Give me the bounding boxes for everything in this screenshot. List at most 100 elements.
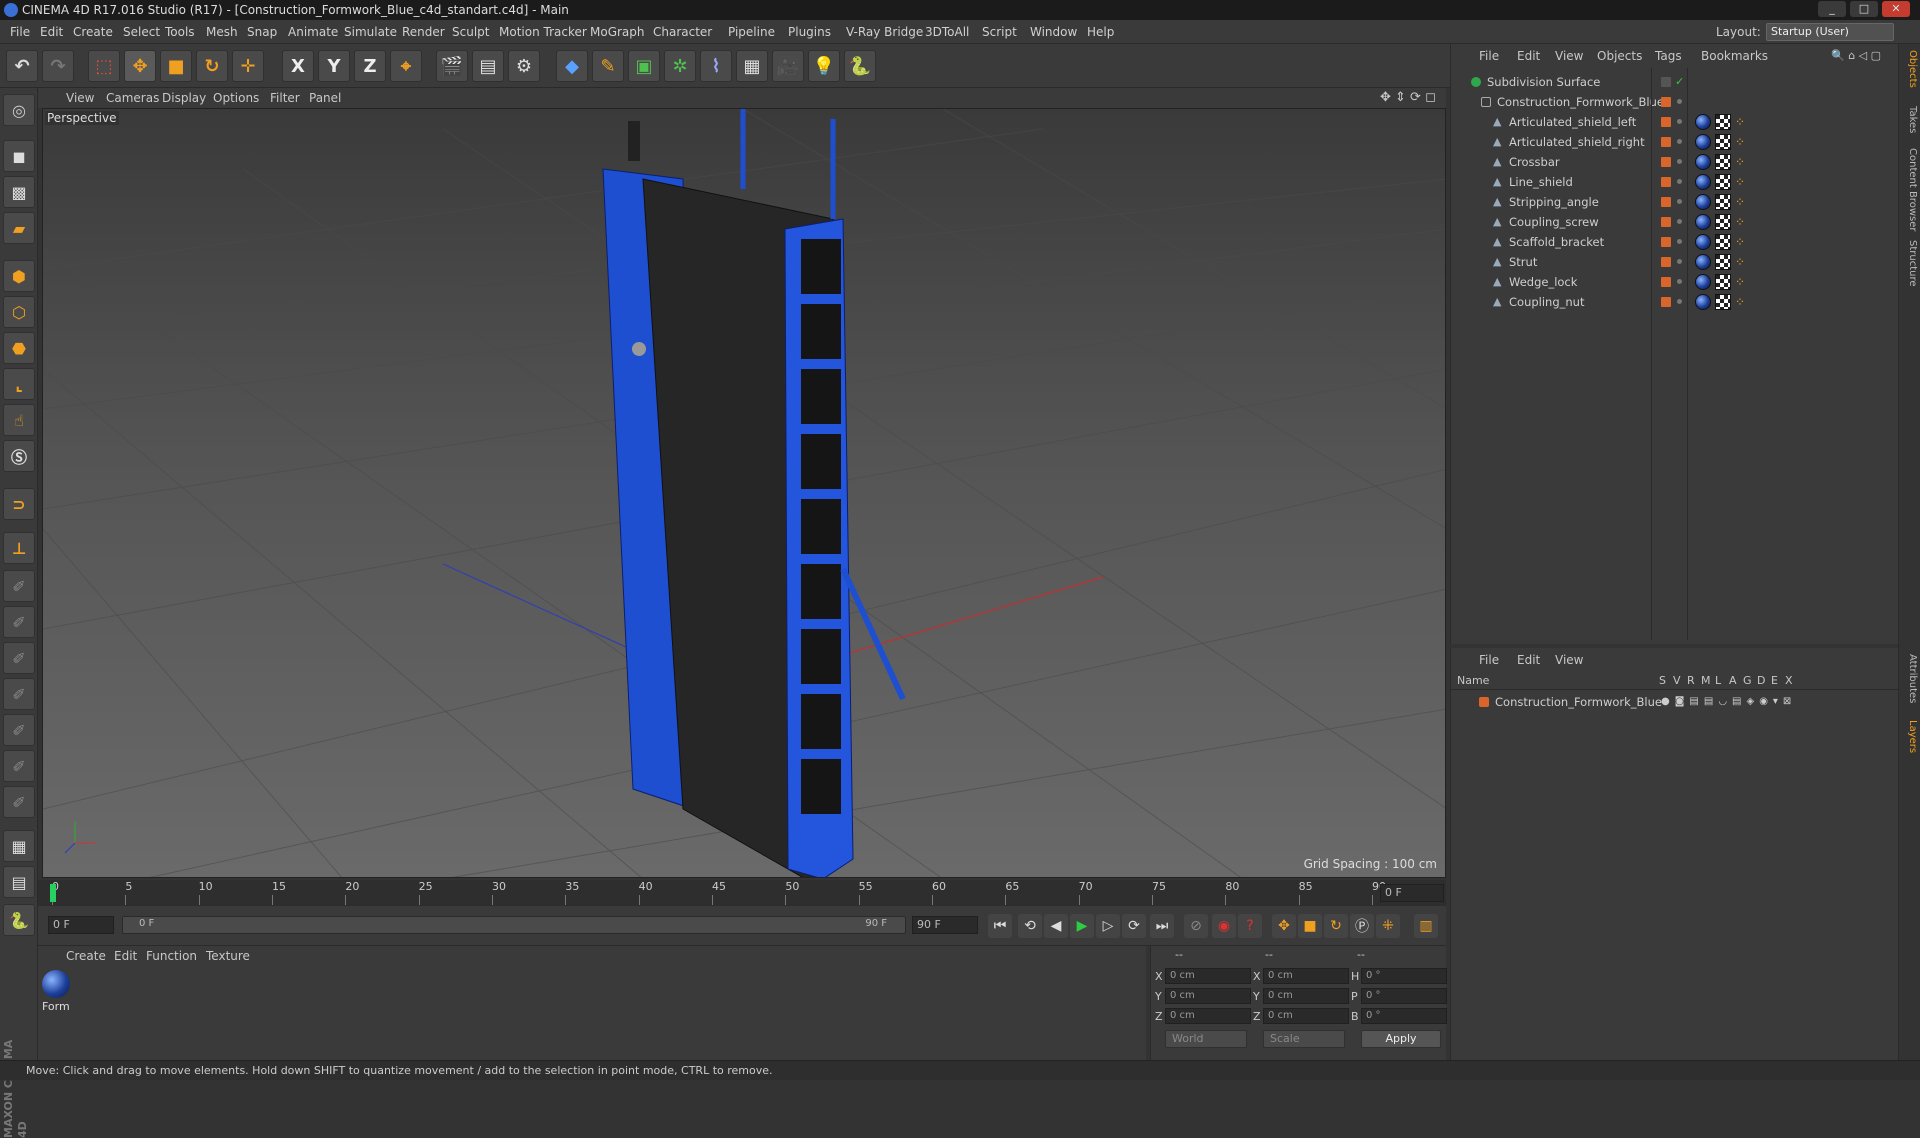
object-row[interactable]: ▲ Scaffold_bracket ⁘ [1451,232,1899,252]
axis-lock-icon[interactable]: ⊥ [3,532,35,564]
layout-select[interactable]: Startup (User) [1766,23,1894,41]
grid-lock-icon[interactable]: ▦ [3,830,35,862]
mograph-cloner-icon[interactable]: ✲ [664,50,696,82]
objects-menu-tags[interactable]: Tags [1655,44,1682,68]
layer-column-a[interactable]: A [1729,674,1737,687]
layer-color-tag[interactable] [1661,237,1671,247]
maximize-icon[interactable]: □ [1850,1,1878,17]
phong-tag-icon[interactable]: ⁘ [1735,256,1745,268]
material-tag-icon[interactable] [1695,134,1711,150]
previous-frame-icon[interactable]: ◀ [1044,914,1068,938]
points-mode-icon[interactable]: ⬢ [3,260,35,292]
material-tag-icon[interactable] [1695,274,1711,290]
render-view-icon[interactable]: 🎬 [436,50,468,82]
playhead[interactable] [50,884,56,902]
layer-tag-icon[interactable] [1661,77,1671,87]
tweak-mode-icon[interactable]: ☝ [3,404,35,436]
visibility-dot-icon[interactable] [1677,99,1682,104]
object-name[interactable]: Stripping_angle [1509,192,1599,212]
layer-column-r[interactable]: R [1687,674,1695,687]
object-name[interactable]: Articulated_shield_left [1509,112,1636,132]
sculpt-brush-5-icon[interactable]: ✐ [3,714,35,746]
menu-motion-tracker[interactable]: Motion Tracker [499,20,587,44]
layer-name[interactable]: Construction_Formwork_Blue [1495,692,1662,712]
layer-color-tag[interactable] [1661,197,1671,207]
menu-render[interactable]: Render [402,20,445,44]
deformer-icon[interactable]: ⌇ [700,50,732,82]
python-script-icon[interactable]: 🐍 [3,904,35,936]
material-tag-icon[interactable] [1695,114,1711,130]
phong-tag-icon[interactable]: ⁘ [1735,296,1745,308]
workplane-icon[interactable]: ▰ [3,212,35,244]
material-name[interactable]: Form [42,1000,70,1013]
uvw-tag-icon[interactable] [1715,254,1731,270]
make-editable-icon[interactable]: ◎ [3,94,35,126]
visibility-dot-icon[interactable] [1677,299,1682,304]
key-parameter-icon[interactable]: Ⓟ [1350,914,1374,938]
material-tag-icon[interactable] [1695,294,1711,310]
menu-animate[interactable]: Animate [288,20,338,44]
perspective-viewport[interactable]: Perspective Grid Spacing : 100 cm [42,108,1446,878]
position-z-field[interactable]: 0 cm [1165,1008,1251,1024]
rotation-b-field[interactable]: 0 ° [1361,1008,1447,1024]
menu-snap[interactable]: Snap [247,20,277,44]
sculpt-brush-3-icon[interactable]: ✐ [3,642,35,674]
menu-mesh[interactable]: Mesh [206,20,238,44]
sculpt-brush-1-icon[interactable]: ✐ [3,570,35,602]
next-frame-icon[interactable]: ▷ [1096,914,1120,938]
layer-color-tag[interactable] [1661,277,1671,287]
phong-tag-icon[interactable]: ⁘ [1735,276,1745,288]
live-selection-icon[interactable]: ⬚ [88,50,120,82]
texture-mode-icon[interactable]: ▩ [3,176,35,208]
cube-primitive-icon[interactable]: ◆ [556,50,588,82]
menu-select[interactable]: Select [123,20,160,44]
keyframe-selection-icon[interactable]: ? [1238,914,1262,938]
object-name[interactable]: Subdivision Surface [1487,72,1600,92]
object-row[interactable]: ▲ Coupling_screw ⁘ [1451,212,1899,232]
y-axis-lock-icon[interactable]: Y [318,50,350,82]
viewport-navigation-icons[interactable]: ✥ ⇕ ⟳ ◻ [1380,88,1436,108]
material-menu-texture[interactable]: Texture [206,946,250,966]
floor-environment-icon[interactable]: ▦ [736,50,768,82]
menu-help[interactable]: Help [1087,20,1114,44]
layer-color-tag[interactable] [1661,177,1671,187]
tab-attributes[interactable]: Attributes [1902,654,1918,703]
timeline-window-icon[interactable]: ▥ [1414,914,1438,938]
uvw-tag-icon[interactable] [1715,134,1731,150]
layer-color-tag[interactable] [1661,117,1671,127]
viewport-menu-panel[interactable]: Panel [309,88,341,108]
layer-column-m[interactable]: M [1701,674,1711,687]
render-picture-viewer-icon[interactable]: ▤ [472,50,504,82]
menu-3dtoall[interactable]: 3DToAll [925,20,969,44]
key-pla-icon[interactable]: ⁜ [1376,914,1400,938]
uvw-tag-icon[interactable] [1715,294,1731,310]
object-row[interactable]: ▲ Articulated_shield_right ⁘ [1451,132,1899,152]
move-icon[interactable]: ✥ [124,50,156,82]
object-row[interactable]: ▲ Stripping_angle ⁘ [1451,192,1899,212]
axis-mode-icon[interactable]: ⌞ [3,368,35,400]
layer-color-swatch[interactable] [1479,697,1489,707]
key-scale-icon[interactable]: ■ [1298,914,1322,938]
minimize-icon[interactable]: _ [1818,1,1846,17]
timeline-ruler[interactable]: 051015202530354045505560657075808590 0 F [38,880,1446,906]
rotate-icon[interactable]: ↻ [196,50,228,82]
uvw-tag-icon[interactable] [1715,234,1731,250]
object-row[interactable]: ▲ Coupling_nut ⁘ [1451,292,1899,312]
size-x-field[interactable]: 0 cm [1263,968,1349,984]
spline-pen-icon[interactable]: ✎ [592,50,624,82]
previous-key-icon[interactable]: ⟲ [1018,914,1042,938]
layer-flag-icons[interactable]: ●◙▤▤◡▤◈◉▾⊠ [1661,692,1796,712]
sculpt-brush-6-icon[interactable]: ✐ [3,750,35,782]
position-y-field[interactable]: 0 cm [1165,988,1251,1004]
viewport-menu-display[interactable]: Display [162,88,206,108]
object-name[interactable]: Coupling_screw [1509,212,1599,232]
visibility-dot-icon[interactable] [1677,199,1682,204]
phong-tag-icon[interactable]: ⁘ [1735,216,1745,228]
end-frame-field[interactable]: 90 F [912,916,978,934]
menu-tools[interactable]: Tools [165,20,195,44]
visibility-dot-icon[interactable] [1677,279,1682,284]
visibility-dot-icon[interactable] [1677,259,1682,264]
sculpt-brush-2-icon[interactable]: ✐ [3,606,35,638]
layers-menu-edit[interactable]: Edit [1517,648,1540,672]
current-frame-field[interactable]: 0 F [1380,884,1444,902]
